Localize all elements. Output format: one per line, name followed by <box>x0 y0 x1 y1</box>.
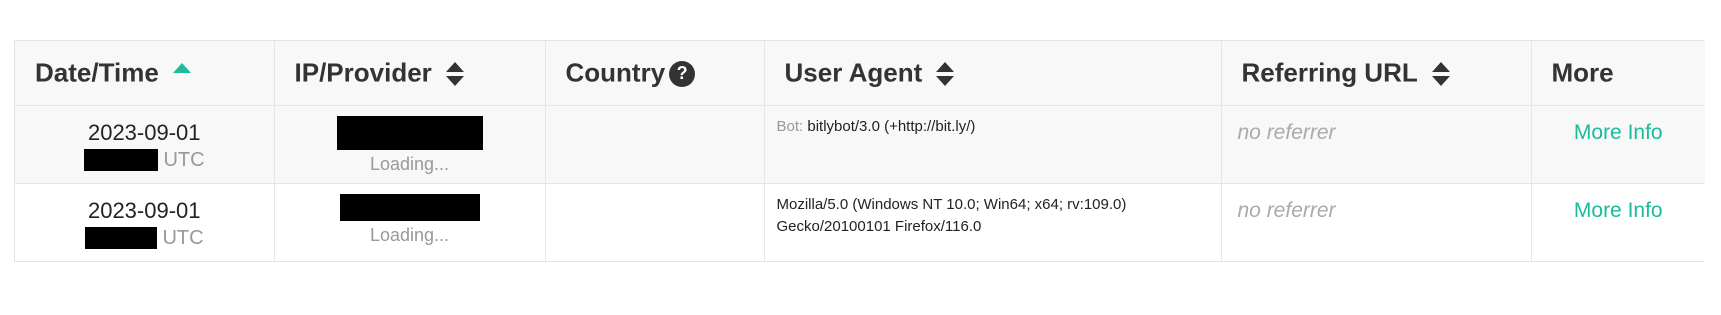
table-row: 2023-09-01 UTC Loading... Mozilla/5.0 (W… <box>15 182 1705 261</box>
cell-country <box>544 182 764 261</box>
sort-down-icon <box>936 75 955 86</box>
date-text: 2023-09-01 <box>87 119 201 145</box>
sort-down-icon <box>445 75 464 86</box>
sort-icon[interactable] <box>1431 61 1450 86</box>
column-header-datetime[interactable]: Date/Time <box>15 41 274 105</box>
table-body: 2023-09-01 UTC Loading... Bot: bitlybot/… <box>15 104 1705 261</box>
sort-down-icon <box>1431 75 1450 86</box>
column-header-ip[interactable]: IP/Provider <box>273 41 545 105</box>
sort-up-icon <box>936 61 955 72</box>
cell-user-agent: Mozilla/5.0 (Windows NT 10.0; Win64; x64… <box>763 182 1221 261</box>
visits-table: Date/Time IP/Provider Country? User Agen… <box>15 41 1705 261</box>
date-text: 2023-09-01 <box>87 197 201 223</box>
column-label-user-agent: User Agent <box>784 58 923 89</box>
redacted-time <box>84 227 157 250</box>
redacted-ip <box>339 193 480 221</box>
column-label-datetime: Date/Time <box>35 58 159 89</box>
cell-user-agent: Bot: bitlybot/3.0 (+http://bit.ly/) <box>763 104 1221 183</box>
cell-more: More Info <box>1530 104 1705 183</box>
more-info-link[interactable]: More Info <box>1574 121 1663 144</box>
column-header-country: Country? <box>544 41 764 105</box>
column-label-referrer: Referring URL <box>1241 58 1418 89</box>
timezone-label: UTC <box>162 226 204 249</box>
column-header-user-agent[interactable]: User Agent <box>763 41 1221 105</box>
sort-icon[interactable] <box>445 61 464 86</box>
column-label-more: More <box>1551 58 1614 89</box>
cell-more: More Info <box>1530 182 1705 261</box>
cell-datetime: 2023-09-01 UTC <box>15 182 274 261</box>
time-line: UTC <box>16 148 273 172</box>
sort-ascending-icon[interactable] <box>172 62 191 73</box>
cell-referrer: no referrer <box>1220 104 1531 183</box>
cell-country <box>544 104 764 183</box>
bot-prefix: Bot: <box>776 117 804 135</box>
table-row: 2023-09-01 UTC Loading... Bot: bitlybot/… <box>15 104 1705 183</box>
column-label-country: Country <box>565 58 666 89</box>
cell-ip-provider: Loading... <box>273 104 545 183</box>
column-header-more: More <box>1530 41 1705 105</box>
column-label-ip: IP/Provider <box>294 58 432 89</box>
visits-table-container: Date/Time IP/Provider Country? User Agen… <box>14 40 1705 262</box>
ip-loading-text: Loading... <box>369 153 450 174</box>
cell-ip-provider: Loading... <box>273 182 545 261</box>
user-agent-text: Mozilla/5.0 (Windows NT 10.0; Win64; x64… <box>776 195 1127 235</box>
referrer-text: no referrer <box>1237 198 1336 222</box>
cell-referrer: no referrer <box>1220 182 1531 261</box>
cell-datetime: 2023-09-01 UTC <box>15 104 274 183</box>
header-row: Date/Time IP/Provider Country? User Agen… <box>15 41 1705 105</box>
column-header-referrer[interactable]: Referring URL <box>1220 41 1531 105</box>
more-info-link[interactable]: More Info <box>1574 199 1663 222</box>
redacted-ip <box>336 115 483 150</box>
redacted-time <box>83 149 158 172</box>
sort-up-icon <box>1431 61 1450 72</box>
sort-up-icon <box>445 61 464 72</box>
sort-icon[interactable] <box>936 61 955 86</box>
referrer-text: no referrer <box>1237 120 1336 144</box>
user-agent-text: bitlybot/3.0 (+http://bit.ly/) <box>807 117 976 135</box>
help-icon[interactable]: ? <box>669 60 696 87</box>
time-line: UTC <box>16 226 273 250</box>
table-header: Date/Time IP/Provider Country? User Agen… <box>15 41 1705 105</box>
ip-loading-text: Loading... <box>369 224 450 245</box>
timezone-label: UTC <box>163 148 205 171</box>
